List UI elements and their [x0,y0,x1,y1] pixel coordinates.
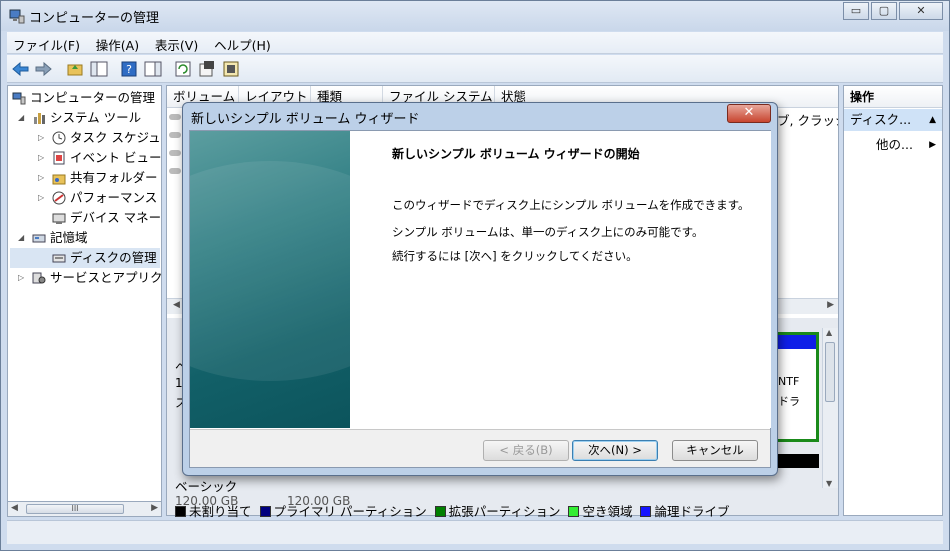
event-viewer-icon [53,151,65,165]
show-hide-tree-icon[interactable] [89,59,109,79]
actions-pane: 操作 ディスク... ▲ 他の... ▶ [843,85,943,516]
scroll-left-icon[interactable]: ◀ [11,503,18,513]
computer-management-icon [12,92,26,105]
logical-drive-bar [778,335,816,349]
wizard-close-button[interactable]: ✕ [727,104,771,123]
menu-help[interactable]: ヘルプ(H) [208,32,277,57]
extended-partition-block[interactable]: NTF ドラ [775,332,819,442]
tree-item-label: サービスとアプリク [50,270,162,285]
legend-extended: 拡張パーティション [431,504,560,519]
menu-bar: ファイル(F) 操作(A) 表示(V) ヘルプ(H) [7,32,943,54]
expander-icon[interactable]: ▷ [38,168,48,188]
submenu-arrow-icon: ▶ [929,140,936,150]
tree-item-label: システム ツール [50,110,142,125]
partition-fs-fragment: NTF [778,375,800,388]
tree-item-label: 共有フォルダー [70,170,158,185]
up-folder-icon[interactable] [65,59,85,79]
actions-disk-management[interactable]: ディスク... ▲ [844,109,942,131]
next-button[interactable]: 次へ(N) > [572,440,658,461]
wizard-body: 新しいシンプル ボリューム ウィザードの開始 このウィザードでディスク上にシンプ… [189,130,771,468]
minimize-button[interactable]: ▭ [843,2,869,20]
volume-row-status: ブ, クラッシ [777,113,838,128]
expander-icon[interactable]: ▷ [38,148,48,168]
tree-item-label: コンピューターの管理 [30,90,156,105]
unallocated-bar [775,454,819,468]
legend-unallocated: 未割り当て [171,504,252,519]
svg-text:?: ? [126,63,132,76]
tree-item-label: パフォーマンス [70,190,158,205]
actions-header: 操作 [844,86,942,108]
tree-item-disk-management[interactable]: ディスクの管理 [10,248,160,268]
tools-icon [34,113,45,124]
back-arrow-icon[interactable] [11,59,31,79]
window-title: コンピューターの管理 [29,11,160,26]
toolbar: ? [7,55,943,83]
expander-icon[interactable]: ▷ [18,268,28,288]
expander-icon[interactable]: ◢ [18,228,28,248]
device-manager-icon [52,213,66,224]
scroll-right-icon[interactable]: ▶ [827,300,834,310]
actions-more[interactable]: 他の... ▶ [844,134,942,156]
wizard-footer: < 戻る(B) 次へ(N) > キャンセル [190,429,770,467]
scroll-down-icon[interactable]: ▼ [826,479,832,488]
back-button[interactable]: < 戻る(B) [483,440,569,461]
refresh-icon[interactable] [173,59,193,79]
wizard-paragraph-3: 続行するには [次へ] をクリックしてください。 [392,249,638,263]
actions-section-label: ディスク... [850,112,912,127]
expander-icon[interactable]: ▷ [38,188,48,208]
scroll-right-icon[interactable]: ▶ [151,503,158,513]
properties-icon[interactable] [197,59,217,79]
expander-icon[interactable]: ◢ [18,108,28,128]
wizard-paragraph-2: シンプル ボリュームは、単一のディスク上にのみ可能です。 [392,225,704,239]
menu-action[interactable]: 操作(A) [90,32,145,57]
new-simple-volume-wizard: 新しいシンプル ボリューム ウィザード ✕ 新しいシンプル ボリューム ウィザー… [182,102,778,476]
legend-logical-drive: 論理ドライブ [636,504,729,519]
actions-more-label: 他の... [876,137,913,152]
title-bar[interactable]: コンピューターの管理 ▭ ▢ ✕ [1,1,949,31]
legend: 未割り当て プライマリ パーティション 拡張パーティション 空き領域 論理ドライ… [171,501,841,519]
help-icon[interactable]: ? [119,59,139,79]
partition-status-fragment: ドラ [778,395,800,408]
forward-arrow-icon[interactable] [33,59,53,79]
scroll-left-icon[interactable]: ◀ [173,300,180,310]
disk-management-icon [52,254,66,263]
shared-folder-icon [52,174,66,185]
storage-icon [32,234,46,243]
menu-file[interactable]: ファイル(F) [7,32,86,57]
close-window-button[interactable]: ✕ [899,2,943,20]
tree-item-label: イベント ビュー [70,150,162,165]
scroll-thumb[interactable]: III [26,504,124,514]
legend-primary: プライマリ パーティション [256,504,427,519]
scroll-thumb[interactable] [825,342,835,402]
tree-item-label: ディスクの管理 [70,250,157,265]
performance-icon [52,191,66,205]
tree-item-label: デバイス マネー [70,210,162,225]
expander-icon[interactable]: ▷ [38,128,48,148]
wizard-content: 新しいシンプル ボリューム ウィザードの開始 このウィザードでディスク上にシンプ… [350,131,771,428]
tree-item-label: 記憶域 [50,230,88,245]
wizard-banner-image [190,131,350,428]
clock-icon [52,131,66,145]
legend-free-space: 空き領域 [564,504,632,519]
menu-view[interactable]: 表示(V) [149,32,204,57]
disk-view-vscroll[interactable]: ▲ ▼ [822,328,838,488]
volume-row-icons [169,114,181,184]
wizard-title: 新しいシンプル ボリューム ウィザード [191,112,420,127]
show-hide-action-pane-icon[interactable] [143,59,163,79]
navigation-tree: コンピューターの管理 ◢ システム ツール ▷ タスク スケジュ ▷ イベント … [7,85,162,516]
collapse-icon[interactable]: ▲ [929,109,936,131]
wizard-heading: 新しいシンプル ボリューム ウィザードの開始 [392,147,640,161]
wizard-paragraph-1: このウィザードでディスク上にシンプル ボリュームを作成できます。 [392,198,750,212]
status-bar [7,520,943,544]
disk-settings-icon[interactable] [221,59,241,79]
computer-management-icon [9,9,25,24]
scroll-up-icon[interactable]: ▲ [826,328,832,337]
services-icon [32,272,46,284]
tree-item-label: タスク スケジュ [70,130,161,145]
disk1-type: ベーシック [175,479,238,494]
tree-horizontal-scrollbar[interactable]: ◀ III ▶ [7,501,162,517]
cancel-button[interactable]: キャンセル [672,440,758,461]
maximize-button[interactable]: ▢ [871,2,897,20]
